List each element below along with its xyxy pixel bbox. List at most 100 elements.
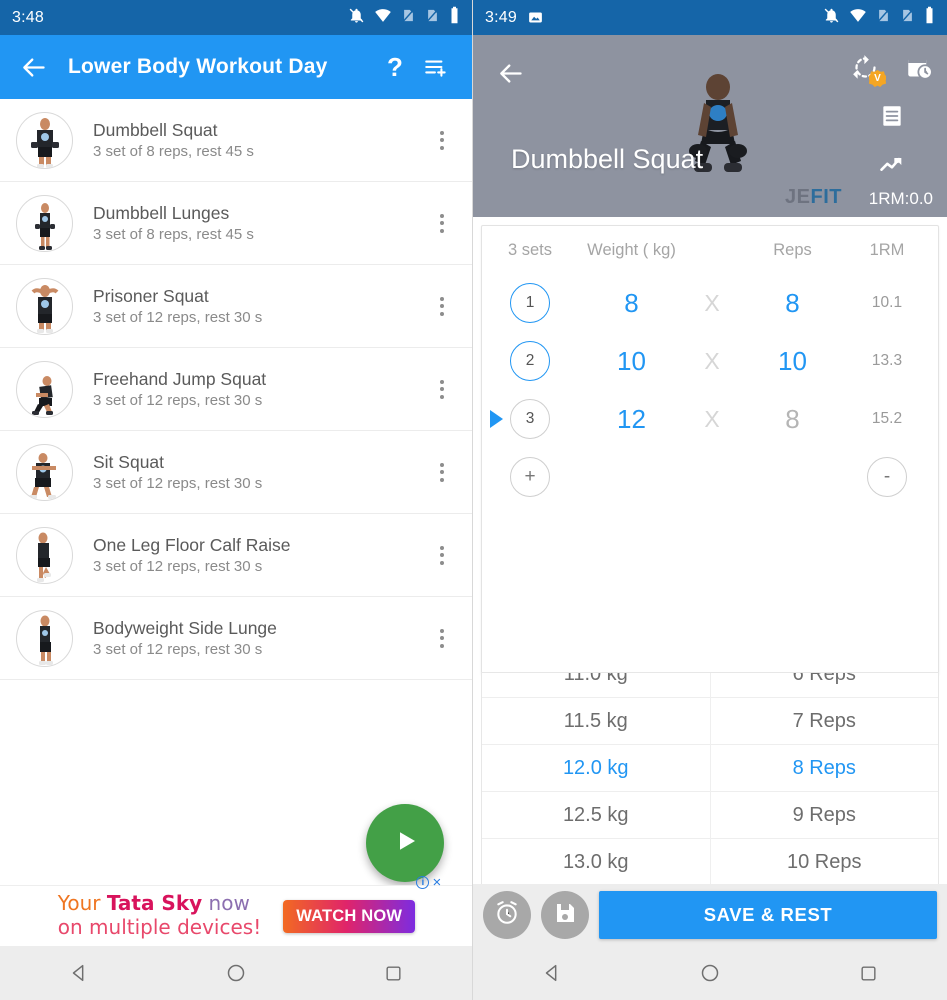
notifications-off-icon xyxy=(348,7,365,29)
reps-option[interactable]: 6 Reps xyxy=(710,673,938,698)
list-item[interactable]: Sit Squat 3 set of 12 reps, rest 30 s xyxy=(0,431,472,514)
overflow-menu-icon[interactable] xyxy=(420,276,464,336)
overflow-menu-icon[interactable] xyxy=(420,608,464,668)
playlist-add-icon[interactable] xyxy=(414,54,458,80)
hero-action-row-2 xyxy=(874,98,910,134)
ad-word-your: Your xyxy=(57,891,107,916)
remove-set-cell[interactable]: - xyxy=(846,457,938,497)
exercise-name: Dumbbell Squat xyxy=(93,119,218,140)
set-index-cell[interactable]: 3 xyxy=(482,399,578,439)
wifi-icon xyxy=(849,7,867,29)
set-reps-value[interactable]: 8 xyxy=(739,288,846,319)
left-screen: 3:48 Lower Body Workout Day ? Dumbbell S… xyxy=(0,0,473,1000)
notes-icon[interactable] xyxy=(874,98,910,134)
weight-option[interactable]: 12.5 kg xyxy=(482,792,710,839)
list-item[interactable]: Bodyweight Side Lunge 3 set of 12 reps, … xyxy=(0,597,472,680)
exercise-text: Sit Squat 3 set of 12 reps, rest 30 s xyxy=(93,451,420,493)
set-reps-value[interactable]: 8 xyxy=(739,404,846,435)
ad-info-icon[interactable]: i xyxy=(416,876,430,890)
weight-option-selected[interactable]: 12.0 kg xyxy=(482,745,710,792)
exercise-name: Prisoner Squat xyxy=(93,285,209,306)
set-number-badge[interactable]: 1 xyxy=(510,283,550,323)
circle-home-icon[interactable] xyxy=(206,953,266,993)
add-set-cell[interactable]: + xyxy=(482,457,578,497)
reps-picker-list: 6 Reps 7 Reps 8 Reps 9 Reps 10 Reps xyxy=(710,673,939,884)
rest-timer-button[interactable] xyxy=(483,891,531,939)
sim-off-icon xyxy=(876,7,891,29)
set-weight-value[interactable]: 8 xyxy=(578,288,685,319)
set-onerm-value: 10.1 xyxy=(871,294,903,311)
list-item[interactable]: Prisoner Squat 3 set of 12 reps, rest 30… xyxy=(0,265,472,348)
jefit-logo: JEFIT xyxy=(785,186,842,209)
set-number-badge[interactable]: 2 xyxy=(510,341,550,381)
ad-cta-button[interactable]: WATCH NOW xyxy=(283,899,416,933)
back-button[interactable] xyxy=(14,47,54,87)
exercise-list: Dumbbell Squat 3 set of 8 reps, rest 45 … xyxy=(0,99,472,680)
set-index-cell[interactable]: 1 xyxy=(482,283,578,323)
trending-up-icon[interactable] xyxy=(874,147,910,183)
logo-je: JE xyxy=(785,186,811,208)
set-index-cell[interactable]: 2 xyxy=(482,341,578,381)
dual-screenshot: 3:48 Lower Body Workout Day ? Dumbbell S… xyxy=(0,0,947,1000)
weight-option[interactable]: 13.0 kg xyxy=(482,839,710,884)
reps-option-selected[interactable]: 8 Reps xyxy=(710,745,938,792)
square-recents-icon[interactable] xyxy=(838,953,898,993)
calendar-clock-icon[interactable] xyxy=(901,49,937,85)
list-item[interactable]: One Leg Floor Calf Raise 3 set of 12 rep… xyxy=(0,514,472,597)
app-toolbar: Lower Body Workout Day ? xyxy=(0,35,472,99)
set-number-badge[interactable]: 3 xyxy=(510,399,550,439)
ad-brand: Tata Sky xyxy=(106,891,203,916)
swap-exercise-icon[interactable]: V xyxy=(847,49,886,87)
help-icon[interactable]: ? xyxy=(376,52,414,83)
save-and-rest-button[interactable]: SAVE & REST xyxy=(599,891,937,939)
set-reps-value[interactable]: 10 xyxy=(739,346,846,377)
exercise-text: One Leg Floor Calf Raise 3 set of 12 rep… xyxy=(93,534,420,576)
triangle-back-icon[interactable] xyxy=(49,953,109,993)
list-item[interactable]: Dumbbell Lunges 3 set of 8 reps, rest 45… xyxy=(0,182,472,265)
reps-picker[interactable]: 6 Reps 7 Reps 8 Reps 9 Reps 10 Reps xyxy=(709,673,939,884)
start-workout-fab[interactable] xyxy=(366,804,444,882)
exercise-thumbnail xyxy=(16,111,73,169)
list-item[interactable]: Dumbbell Squat 3 set of 8 reps, rest 45 … xyxy=(0,99,472,182)
floppy-save-icon xyxy=(553,901,577,930)
reps-option[interactable]: 7 Reps xyxy=(710,698,938,745)
status-icons xyxy=(348,6,460,29)
overflow-menu-icon[interactable] xyxy=(420,525,464,585)
ad-close-icon[interactable]: × xyxy=(432,875,441,890)
wifi-icon xyxy=(374,7,392,29)
reps-option[interactable]: 10 Reps xyxy=(711,839,939,884)
ad-controls: i × xyxy=(416,875,441,890)
list-item[interactable]: Freehand Jump Squat 3 set of 12 reps, re… xyxy=(0,348,472,431)
battery-icon xyxy=(924,6,935,29)
back-button[interactable] xyxy=(491,53,531,93)
table-row[interactable]: 1 8 X 8 10.1 xyxy=(482,274,938,332)
action-bar: SAVE & REST xyxy=(473,884,947,946)
overflow-menu-icon[interactable] xyxy=(420,359,464,419)
weight-picker[interactable]: 11.0 kg 11.5 kg 12.0 kg 12.5 kg 13.0 kg xyxy=(482,673,710,884)
overflow-menu-icon[interactable] xyxy=(420,110,464,170)
ad-banner[interactable]: Your Tata Sky now on multiple devices! W… xyxy=(0,875,472,946)
set-separator: X xyxy=(704,405,720,432)
reps-option[interactable]: 9 Reps xyxy=(710,792,938,839)
set-weight-value[interactable]: 12 xyxy=(578,404,685,435)
set-weight-value[interactable]: 10 xyxy=(578,346,685,377)
save-set-button[interactable] xyxy=(541,891,589,939)
ad-content: Your Tata Sky now on multiple devices! W… xyxy=(57,875,441,939)
right-status-bar: 3:49 xyxy=(473,0,947,35)
premium-video-badge: V xyxy=(869,70,886,87)
set-onerm-value: 13.3 xyxy=(871,352,903,369)
table-row[interactable]: 3 12 X 8 15.2 xyxy=(482,390,938,448)
weight-option[interactable]: 11.0 kg xyxy=(482,673,710,698)
overflow-menu-icon[interactable] xyxy=(420,193,464,253)
add-set-button[interactable]: + xyxy=(510,457,550,497)
remove-set-button[interactable]: - xyxy=(867,457,907,497)
status-clock: 3:48 xyxy=(12,8,44,26)
circle-home-icon[interactable] xyxy=(680,953,740,993)
overflow-menu-icon[interactable] xyxy=(420,442,464,502)
weight-option[interactable]: 11.5 kg xyxy=(482,698,710,745)
square-recents-icon[interactable] xyxy=(363,953,423,993)
alarm-clock-icon xyxy=(494,900,520,931)
exercise-hero: V Dumbbell Squat JEFIT 1RM:0.0 xyxy=(473,35,947,217)
triangle-back-icon[interactable] xyxy=(522,953,582,993)
table-row[interactable]: 2 10 X 10 13.3 xyxy=(482,332,938,390)
